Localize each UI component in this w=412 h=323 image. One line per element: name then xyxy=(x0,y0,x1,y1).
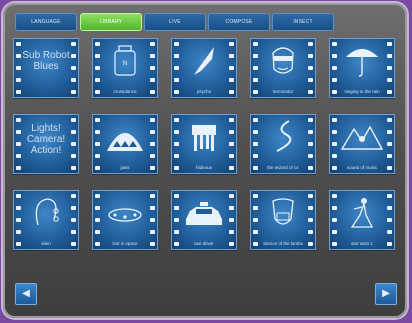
road-icon xyxy=(276,120,292,152)
library-tile[interactable]: Sub Robot Blues xyxy=(13,38,79,98)
film-perforation xyxy=(253,194,258,246)
walker-robot-icon xyxy=(192,125,216,151)
tile-title: Lights! Camera! Action! xyxy=(26,123,66,156)
film-perforation xyxy=(253,42,258,94)
dancer-icon xyxy=(350,198,374,228)
library-tile[interactable]: N crossdance xyxy=(92,38,158,98)
film-perforation xyxy=(308,118,313,170)
tab-language[interactable]: LANGUAGE xyxy=(15,13,77,31)
tile-caption: sound of music xyxy=(346,165,378,170)
prev-page-button[interactable]: ◀ xyxy=(15,283,37,305)
tile-caption: psycho xyxy=(196,89,212,94)
tile-caption: alien xyxy=(41,241,51,246)
app-window: LANGUAGE LIBRARY LIVE COMPOSE INSECT Sub… xyxy=(3,3,407,318)
tab-compose[interactable]: COMPOSE xyxy=(208,13,270,31)
film-perforation xyxy=(308,42,313,94)
film-perforation xyxy=(150,118,155,170)
film-perforation xyxy=(253,118,258,170)
arrow-left-icon: ◀ xyxy=(22,288,30,299)
tile-caption: lost in space xyxy=(112,241,138,246)
library-tile[interactable]: sound of music xyxy=(329,114,395,174)
film-perforation xyxy=(71,42,76,94)
terminator-face-icon xyxy=(272,47,294,74)
library-tile[interactable]: psycho xyxy=(171,38,237,98)
library-tile[interactable]: the wizard of oz xyxy=(250,114,316,174)
svg-text:N: N xyxy=(123,61,127,67)
film-perforation xyxy=(332,118,337,170)
film-perforation xyxy=(16,42,21,94)
film-perforation xyxy=(387,42,392,94)
taxi-icon xyxy=(186,202,222,225)
tile-caption: star wars 1 xyxy=(350,241,373,246)
film-perforation xyxy=(95,194,100,246)
tile-caption: crossdance xyxy=(113,89,137,94)
tab-library[interactable]: LIBRARY xyxy=(80,13,142,31)
tab-insect[interactable]: INSECT xyxy=(272,13,334,31)
library-tile[interactable]: terminator xyxy=(250,38,316,98)
library-tile[interactable]: alien xyxy=(13,190,79,250)
mountains-icon xyxy=(340,125,384,150)
film-perforation xyxy=(16,118,21,170)
library-tile[interactable]: taxi driver xyxy=(171,190,237,250)
film-perforation xyxy=(332,194,337,246)
tile-caption: taxi driver xyxy=(194,241,214,246)
film-perforation xyxy=(71,194,76,246)
tile-caption: singing in the rain xyxy=(344,89,380,94)
umbrella-icon xyxy=(346,49,378,77)
knife-icon xyxy=(194,47,214,75)
film-perforation xyxy=(229,194,234,246)
film-perforation xyxy=(150,42,155,94)
library-tile[interactable]: lost in space xyxy=(92,190,158,250)
film-perforation xyxy=(387,118,392,170)
library-tile[interactable]: jaws xyxy=(92,114,158,174)
tile-caption: jaws xyxy=(120,165,130,170)
library-tile[interactable]: Lights! Camera! Action! xyxy=(13,114,79,174)
tile-caption: the wizard of oz xyxy=(267,165,299,170)
film-perforation xyxy=(332,42,337,94)
film-perforation xyxy=(174,194,179,246)
shark-icon xyxy=(107,133,143,151)
tab-live[interactable]: LIVE xyxy=(144,13,206,31)
library-tile[interactable]: silence of the lambs xyxy=(250,190,316,250)
film-perforation xyxy=(387,194,392,246)
library-tile[interactable]: star wars 1 xyxy=(329,190,395,250)
arrow-right-icon: ▶ xyxy=(382,288,390,299)
next-page-button[interactable]: ▶ xyxy=(375,283,397,305)
tile-title: Sub Robot Blues xyxy=(22,50,70,72)
library-tile[interactable]: singing in the rain xyxy=(329,38,395,98)
film-perforation xyxy=(150,194,155,246)
film-perforation xyxy=(71,118,76,170)
library-tile[interactable]: hideous xyxy=(171,114,237,174)
alien-head-icon xyxy=(35,198,59,226)
tile-caption: hideous xyxy=(196,165,212,170)
tile-caption: terminator xyxy=(272,89,294,94)
film-perforation xyxy=(308,194,313,246)
film-perforation xyxy=(95,118,100,170)
film-perforation xyxy=(174,118,179,170)
bottle-icon: N xyxy=(114,45,136,76)
ufo-icon xyxy=(108,208,142,222)
film-perforation xyxy=(229,42,234,94)
tile-caption: silence of the lambs xyxy=(263,241,303,246)
film-perforation xyxy=(229,118,234,170)
film-perforation xyxy=(95,42,100,94)
film-perforation xyxy=(174,42,179,94)
film-perforation xyxy=(16,194,21,246)
mask-face-icon xyxy=(272,198,294,225)
